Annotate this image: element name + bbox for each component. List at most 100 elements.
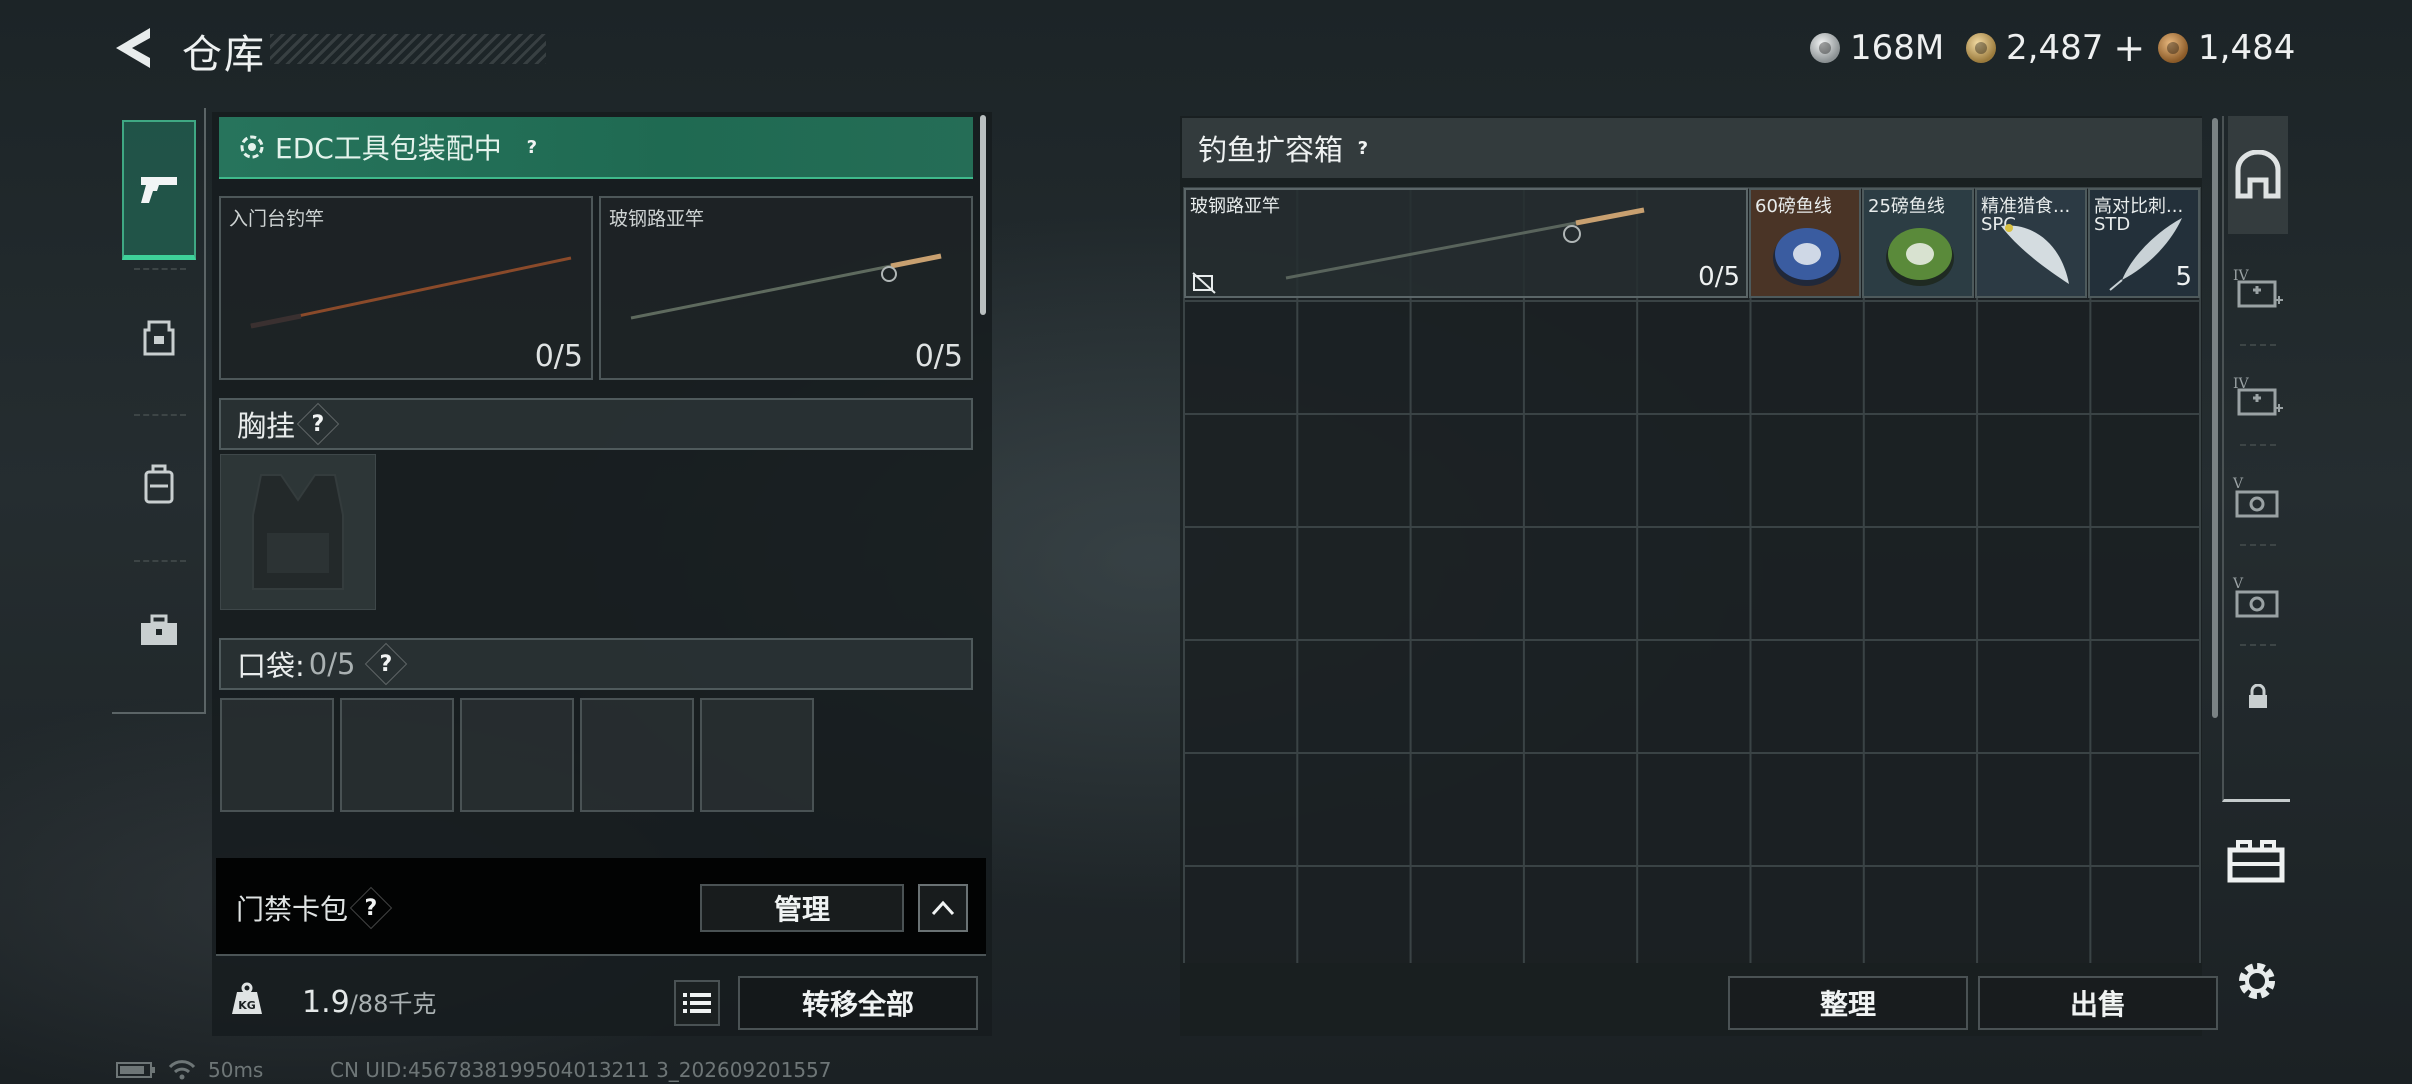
- currency-gold-value: 2,487: [2006, 28, 2104, 68]
- currency-silver-value: 168M: [1850, 28, 1945, 68]
- container-scrollbar[interactable]: [2212, 118, 2218, 718]
- transfer-all-button[interactable]: 转移全部: [738, 976, 978, 1030]
- item-fishing-line-60[interactable]: 60磅鱼线: [1749, 188, 1861, 298]
- item-lure-rod[interactable]: 玻钢路亚竿 0/5: [1184, 188, 1748, 298]
- card-pack-help-icon[interactable]: ?: [349, 886, 393, 930]
- backpack-icon: [144, 464, 174, 504]
- gold-coin-icon: [1966, 33, 1996, 63]
- carry-weight-max: /88千克: [349, 990, 437, 1018]
- carry-weight-current: 1.9: [302, 985, 350, 1020]
- gear-icon: [2239, 963, 2275, 999]
- helmet-armor-icon: [143, 320, 175, 356]
- toolbox-icon: [141, 614, 177, 645]
- edc-status-text: EDC工具包装配中: [275, 132, 502, 165]
- chest-rig-label: 胸挂: [237, 409, 296, 443]
- settings-button[interactable]: [2234, 958, 2280, 1004]
- loadout-scrollbar[interactable]: [980, 115, 986, 315]
- rod-slot-name: 玻钢路亚竿: [609, 208, 705, 230]
- rod-slot-2[interactable]: 玻钢路亚竿 0/5: [599, 196, 973, 380]
- chest-rig-slot[interactable]: [220, 454, 376, 610]
- tab-medkit-2[interactable]: IV: [2228, 352, 2288, 442]
- sell-button[interactable]: 出售: [1978, 976, 2218, 1030]
- ammo-box-icon: V: [2232, 576, 2279, 618]
- item-fishing-line-25[interactable]: 25磅鱼线: [1862, 188, 1974, 298]
- item-count: 0/5: [1698, 262, 1740, 292]
- nav-armor[interactable]: [122, 268, 196, 408]
- page-title: 仓库: [182, 32, 266, 78]
- pocket-slot[interactable]: [700, 698, 814, 812]
- not-tradeable-icon: [1192, 272, 1216, 294]
- line-spool-icon: [1773, 228, 1841, 286]
- nav-weapons[interactable]: [122, 120, 196, 260]
- container-help-icon[interactable]: ?: [1346, 131, 1380, 165]
- collapse-button[interactable]: [918, 884, 968, 932]
- item-precision-predator-lure[interactable]: 精准猎食... SPC: [1975, 188, 2087, 298]
- tab-safe-box[interactable]: [2228, 116, 2288, 234]
- back-arrow-icon: [116, 28, 150, 68]
- currency-gold[interactable]: 2,487 +: [1966, 26, 2145, 70]
- edc-help-icon[interactable]: ?: [515, 130, 549, 164]
- pockets-label: 口袋:: [237, 649, 305, 683]
- sort-button[interactable]: 整理: [1728, 976, 1968, 1030]
- nav-toolbox[interactable]: [122, 560, 196, 700]
- lock-icon: [2249, 684, 2267, 708]
- add-gold-button[interactable]: +: [2113, 26, 2145, 70]
- fish-lure-icon: [2001, 224, 2069, 284]
- spinning-rod-icon: [630, 253, 942, 320]
- carry-weight: 1.9/88千克: [302, 984, 436, 1020]
- user-uid: CN UID:4567838199504013211 3_20260920155…: [330, 1058, 832, 1082]
- currency-bronze-value: 1,484: [2198, 28, 2296, 68]
- ammo-box-icon: V: [2232, 476, 2279, 518]
- nav-backpack[interactable]: [122, 414, 196, 554]
- tab-medkit-1[interactable]: IV: [2228, 244, 2288, 334]
- rod-slot-1[interactable]: 入门台钓竿 0/5: [219, 196, 593, 380]
- pocket-slot[interactable]: [340, 698, 454, 812]
- tab-ammo-box-2[interactable]: V: [2228, 552, 2288, 642]
- container-tabs: IV IV V V: [2222, 116, 2290, 802]
- svg-text:V: V: [2232, 576, 2244, 592]
- silver-coin-icon: [1810, 33, 1840, 63]
- pockets-help-icon[interactable]: ?: [365, 642, 408, 686]
- ping-value: 50ms: [208, 1058, 264, 1082]
- container-grid[interactable]: [1183, 187, 2201, 963]
- manage-button[interactable]: 管理: [700, 884, 904, 932]
- tab-locked[interactable]: [2228, 652, 2288, 742]
- chest-rig-placeholder-icon: [252, 474, 344, 590]
- list-view-button[interactable]: [674, 980, 720, 1026]
- fishing-gear-button[interactable]: [2226, 838, 2288, 888]
- edc-status-bar[interactable]: EDC工具包装配中 ?: [219, 117, 973, 179]
- pockets-count: 0/5: [308, 647, 356, 681]
- chevron-up-icon: [931, 900, 955, 916]
- wifi-icon: [168, 1060, 196, 1080]
- weight-kg-icon: KG: [232, 982, 262, 1014]
- pockets-header: 口袋: 0/5 ?: [219, 638, 973, 690]
- chest-rig-header: 胸挂 ?: [219, 398, 973, 450]
- container-title: 钓鱼扩容箱: [1198, 133, 1344, 167]
- svg-text:KG: KG: [238, 999, 256, 1012]
- list-icon: [683, 993, 711, 1013]
- pocket-slot[interactable]: [580, 698, 694, 812]
- card-pack-title: 门禁卡包 ?: [236, 886, 393, 930]
- rod-slot-name: 入门台钓竿: [229, 208, 325, 230]
- title-decoration: [270, 34, 546, 64]
- battery-icon: [116, 1062, 155, 1078]
- bronze-coin-icon: [2158, 33, 2188, 63]
- item-name: 玻钢路亚竿: [1190, 196, 1280, 217]
- status-bar: 50ms: [116, 1058, 263, 1082]
- fishing-box-icon: [2227, 840, 2285, 883]
- medkit-icon: IV: [2233, 268, 2283, 308]
- back-button[interactable]: [112, 24, 156, 72]
- pocket-slot[interactable]: [460, 698, 574, 812]
- spinning-rod-icon: [1285, 207, 1645, 280]
- safe-box-icon: [2235, 150, 2281, 199]
- fishing-rod-icon: [250, 256, 572, 329]
- item-high-contrast-lure[interactable]: 高对比刺... STD 5: [2088, 188, 2200, 298]
- medkit-icon: IV: [2233, 376, 2283, 416]
- gear-spin-icon: [240, 135, 264, 159]
- left-category-nav: [112, 108, 206, 714]
- pistol-icon: [141, 176, 177, 203]
- chest-rig-help-icon[interactable]: ?: [296, 402, 340, 446]
- pocket-slot[interactable]: [220, 698, 334, 812]
- container-header: 钓鱼扩容箱 ?: [1182, 118, 2202, 178]
- tab-ammo-box-1[interactable]: V: [2228, 452, 2288, 542]
